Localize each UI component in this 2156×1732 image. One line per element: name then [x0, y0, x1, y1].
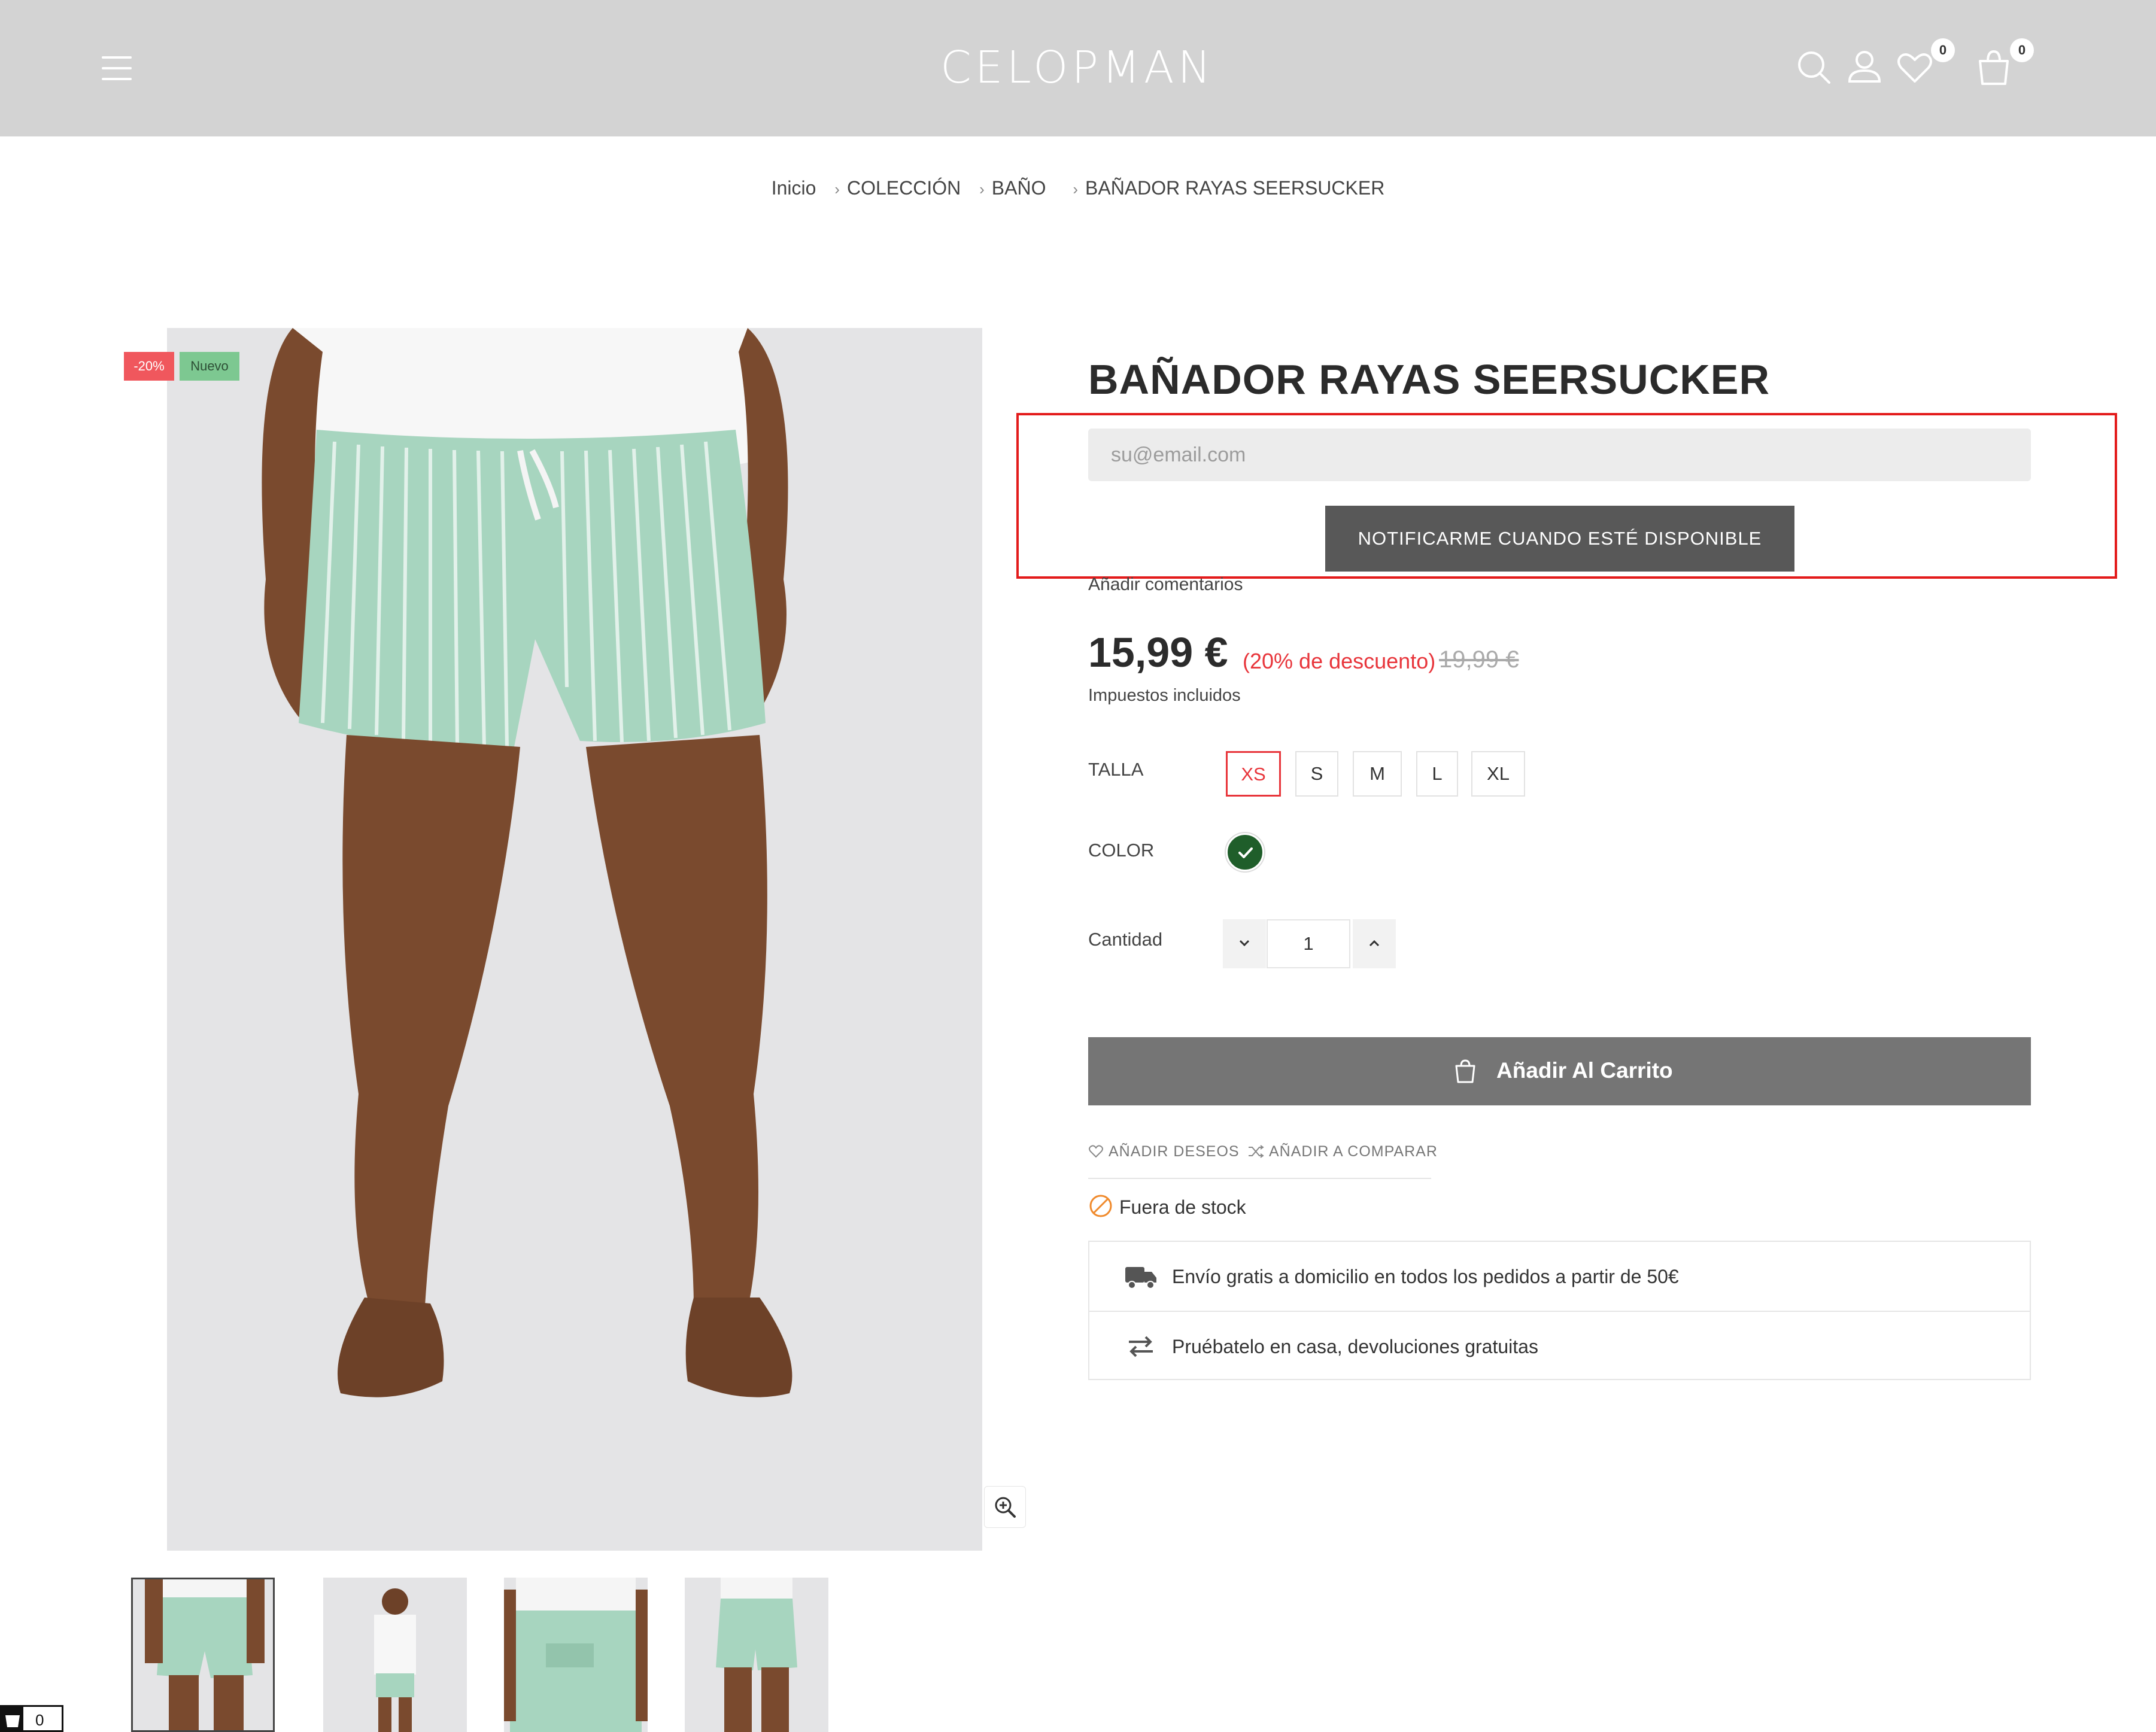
wishlist-icon[interactable] — [1894, 47, 1936, 89]
breadcrumb-home[interactable]: Inicio — [772, 177, 816, 199]
search-icon[interactable] — [1793, 47, 1835, 89]
truck-icon — [1125, 1267, 1156, 1289]
site-logo[interactable]: CELOPMAN — [886, 42, 1269, 93]
links-divider — [1088, 1178, 1431, 1179]
add-to-cart-button[interactable]: Añadir Al Carrito — [1088, 1037, 2031, 1105]
check-icon — [1238, 847, 1253, 858]
floating-cart-widget[interactable]: 0 — [0, 1705, 63, 1732]
shipping-info-text: Envío gratis a domicilio en todos los pe… — [1172, 1266, 1679, 1287]
user-icon[interactable] — [1844, 47, 1885, 89]
cart-count-badge: 0 — [2010, 38, 2034, 62]
breadcrumb-collection[interactable]: COLECCIÓN — [847, 177, 961, 199]
new-badge: Nuevo — [180, 352, 239, 381]
cart-icon — [2, 1707, 23, 1732]
quantity-decrease-button[interactable] — [1223, 919, 1266, 968]
old-price: 19,99 € — [1439, 646, 1519, 673]
size-option-m[interactable]: M — [1353, 751, 1402, 797]
chevron-up-icon — [1369, 940, 1380, 946]
quantity-label: Cantidad — [1088, 929, 1163, 950]
breadcrumb: Inicio › COLECCIÓN › BAÑO › BAÑADOR RAYAS S… — [0, 177, 2156, 199]
add-to-compare-label: AÑADIR A COMPARAR — [1269, 1143, 1438, 1160]
breadcrumb-separator: › — [834, 180, 840, 198]
thumbnail-image[interactable] — [685, 1578, 828, 1732]
wishlist-count-badge: 0 — [1931, 38, 1955, 62]
site-header: CELOPMAN 0 0 — [0, 0, 2156, 136]
size-option-s[interactable]: S — [1295, 751, 1338, 797]
quantity-increase-button[interactable] — [1353, 919, 1396, 968]
breadcrumb-separator: › — [979, 180, 985, 198]
shipping-info-box: Envío gratis a domicilio en todos los pe… — [1088, 1241, 2031, 1380]
shopping-bag-icon — [1455, 1059, 1475, 1083]
current-price: 15,99 € — [1088, 629, 1228, 676]
notify-email-input[interactable] — [1088, 429, 2031, 481]
discount-text: (20% de descuento) — [1243, 649, 1436, 673]
tax-note: Impuestos incluidos — [1088, 686, 1241, 705]
product-main-image[interactable] — [167, 328, 982, 1551]
thumbnail-image[interactable] — [504, 1578, 648, 1732]
product-page: CELOPMAN 0 0 Inicio › COLECCIÓN › BAÑO › BA… — [0, 0, 2156, 1732]
add-to-wishlist-label: AÑADIR DESEOS — [1109, 1143, 1240, 1160]
add-to-cart-label: Añadir Al Carrito — [1496, 1058, 1673, 1083]
floating-cart-count: 0 — [35, 1711, 44, 1729]
shuffle-icon — [1249, 1145, 1264, 1158]
zoom-icon[interactable] — [984, 1486, 1026, 1528]
breadcrumb-separator: › — [1073, 180, 1079, 198]
breadcrumb-current: BAÑADOR RAYAS SEERSUCKER — [1085, 177, 1385, 199]
thumbnail-image[interactable] — [323, 1578, 467, 1732]
menu-icon[interactable] — [102, 56, 132, 80]
cart-icon[interactable] — [1973, 47, 2015, 89]
thumbnail-image[interactable] — [131, 1578, 275, 1732]
size-option-xs[interactable]: XS — [1226, 751, 1281, 797]
product-title: BAÑADOR RAYAS SEERSUCKER — [1088, 356, 1771, 403]
stock-status-text: Fuera de stock — [1119, 1196, 1246, 1218]
add-to-wishlist-link[interactable]: AÑADIR DESEOS — [1088, 1143, 1240, 1160]
add-to-compare-link[interactable]: AÑADIR A COMPARAR — [1247, 1143, 1438, 1160]
discount-badge: -20% — [124, 352, 174, 381]
breadcrumb-category[interactable]: BAÑO — [992, 177, 1046, 199]
chevron-down-icon — [1239, 940, 1250, 946]
size-label: TALLA — [1088, 759, 1144, 780]
exchange-icon — [1129, 1336, 1153, 1357]
size-option-xl[interactable]: XL — [1471, 751, 1525, 797]
color-label: COLOR — [1088, 840, 1155, 861]
heart-icon — [1089, 1145, 1103, 1158]
quantity-input[interactable] — [1267, 919, 1350, 968]
add-comments-link[interactable]: Añadir comentarios — [1088, 575, 1243, 595]
notify-when-available-button[interactable]: NOTIFICARME CUANDO ESTÉ DISPONIBLE — [1325, 506, 1794, 572]
size-option-l[interactable]: L — [1416, 751, 1458, 797]
returns-info-row: Pruébatelo en casa, devoluciones gratuit… — [1089, 1311, 2030, 1379]
stock-status: Fuera de stock — [1088, 1193, 1246, 1219]
color-swatch-green[interactable] — [1226, 833, 1264, 871]
out-of-stock-icon — [1089, 1195, 1112, 1217]
shipping-info-row: Envío gratis a domicilio en todos los pe… — [1089, 1242, 2030, 1311]
returns-info-text: Pruébatelo en casa, devoluciones gratuit… — [1172, 1336, 1538, 1357]
